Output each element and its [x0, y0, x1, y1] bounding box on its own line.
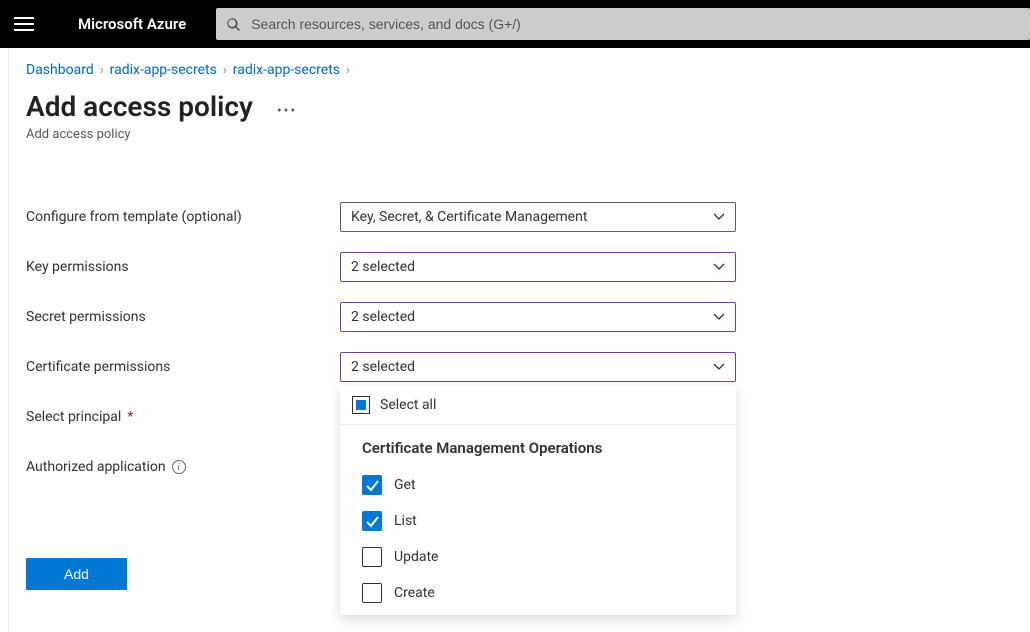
- option-list[interactable]: List: [340, 503, 736, 539]
- secret-permissions-label: Secret permissions: [26, 309, 340, 325]
- select-principal-text: Select principal: [26, 409, 121, 425]
- select-all-checkbox-partial[interactable]: [352, 396, 370, 414]
- topbar: Microsoft Azure: [0, 0, 1030, 48]
- key-permissions-dropdown[interactable]: 2 selected: [340, 252, 736, 282]
- option-get[interactable]: Get: [340, 467, 736, 503]
- chevron-right-icon: ›: [223, 63, 227, 78]
- info-icon[interactable]: i: [172, 460, 186, 474]
- options-scroll[interactable]: Certificate Management Operations Get Li…: [340, 425, 736, 615]
- certificate-permissions-label: Certificate permissions: [26, 359, 340, 375]
- chevron-down-icon: [713, 360, 725, 374]
- hamburger-menu-button[interactable]: [0, 0, 48, 48]
- check-icon: [366, 479, 379, 492]
- checkbox-checked[interactable]: [362, 511, 382, 531]
- required-indicator: *: [127, 409, 133, 425]
- authorized-application-label: Authorized application i: [26, 459, 340, 475]
- chevron-down-icon: [713, 310, 725, 324]
- option-label: Update: [394, 549, 438, 565]
- global-search[interactable]: [216, 8, 1030, 40]
- select-all-label: Select all: [380, 397, 436, 413]
- search-icon: [226, 17, 241, 32]
- breadcrumb-item[interactable]: Dashboard: [26, 62, 94, 78]
- option-label: Create: [394, 585, 435, 601]
- page-subtitle: Add access policy: [0, 123, 1030, 142]
- certificate-permissions-panel: Select all Certificate Management Operat…: [340, 386, 736, 615]
- key-permissions-label: Key permissions: [26, 259, 340, 275]
- more-actions-button[interactable]: •••: [277, 95, 297, 119]
- checkbox-unchecked[interactable]: [362, 547, 382, 567]
- hamburger-icon: [14, 14, 34, 34]
- chevron-right-icon: ›: [100, 63, 104, 78]
- chevron-down-icon: [713, 260, 725, 274]
- breadcrumb-item[interactable]: radix-app-secrets: [233, 62, 340, 78]
- chevron-right-icon: ›: [346, 63, 350, 78]
- chevron-down-icon: [713, 210, 725, 224]
- select-principal-label: Select principal *: [26, 409, 340, 425]
- template-value: Key, Secret, & Certificate Management: [351, 209, 587, 225]
- option-create[interactable]: Create: [340, 575, 736, 611]
- secret-permissions-value: 2 selected: [351, 309, 415, 325]
- certificate-permissions-value: 2 selected: [351, 359, 415, 375]
- option-label: Get: [394, 477, 416, 493]
- page-title: Add access policy: [26, 90, 253, 123]
- checkbox-unchecked[interactable]: [362, 583, 382, 603]
- certificate-permissions-dropdown[interactable]: 2 selected: [340, 352, 736, 382]
- check-icon: [366, 515, 379, 528]
- breadcrumb-item[interactable]: radix-app-secrets: [110, 62, 217, 78]
- left-border: [8, 48, 9, 632]
- brand-label[interactable]: Microsoft Azure: [48, 15, 216, 33]
- add-button[interactable]: Add: [26, 558, 127, 590]
- key-permissions-value: 2 selected: [351, 259, 415, 275]
- option-update[interactable]: Update: [340, 539, 736, 575]
- search-input[interactable]: [251, 16, 1020, 32]
- template-label: Configure from template (optional): [26, 209, 340, 225]
- breadcrumb: Dashboard › radix-app-secrets › radix-ap…: [0, 48, 1030, 78]
- checkbox-checked[interactable]: [362, 475, 382, 495]
- secret-permissions-dropdown[interactable]: 2 selected: [340, 302, 736, 332]
- select-all-option[interactable]: Select all: [340, 386, 736, 425]
- template-dropdown[interactable]: Key, Secret, & Certificate Management: [340, 202, 736, 232]
- option-label: List: [394, 513, 417, 529]
- authorized-application-text: Authorized application: [26, 459, 166, 475]
- options-group-title: Certificate Management Operations: [340, 431, 736, 467]
